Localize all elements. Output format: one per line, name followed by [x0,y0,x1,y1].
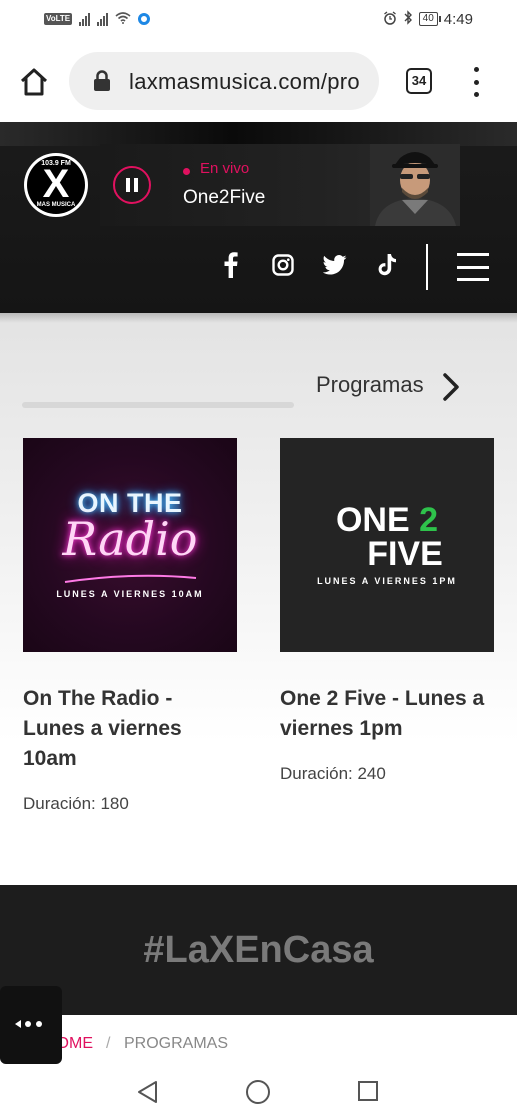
signal-icon [79,12,91,26]
image-text-line2: Radio [62,512,198,566]
program-image[interactable]: ON THE Radio LUNES A VIERNES 10AM [23,438,237,652]
battery-icon: 40 [418,12,441,26]
floating-menu-button[interactable] [0,986,62,1064]
image-text-line1: ONE 2 [335,501,439,539]
site-header: 103.9 FM X MAS MUSICA En vivo One2Five [0,122,517,313]
hashtag-banner: #LaXEnCasa [0,885,517,1015]
host-photo [370,144,460,226]
system-navigation-bar [0,1065,517,1120]
logo-tagline: MAS MUSICA [36,202,76,208]
breadcrumb-current: PROGRAMAS [124,1035,229,1052]
browser-toolbar: laxmasmusica.com/pro 34 [0,40,517,122]
program-card[interactable]: ONE 2 FIVE LUNES A VIERNES 1PM One 2 Fiv… [280,438,494,784]
breadcrumb-separator: / [106,1035,111,1052]
hamburger-icon[interactable] [457,253,489,281]
program-duration: Duración: 240 [280,764,386,783]
signal-icon-2 [97,12,109,26]
social-links [218,252,426,278]
back-icon[interactable] [136,1080,160,1104]
program-title[interactable]: On The Radio - Lunes a viernes 10am [23,684,237,774]
alarm-icon [383,10,397,28]
breadcrumb: HOME / PROGRAMAS [0,1015,517,1065]
banner-text: #LaXEnCasa [143,929,374,971]
program-duration: Duración: 180 [23,794,129,813]
dot-icon [36,1021,42,1027]
home-icon[interactable] [246,1080,270,1104]
station-logo[interactable]: 103.9 FM X MAS MUSICA [24,153,88,217]
programs-section: Programas ON THE Radio LUNES A VIERNES 1… [0,313,517,885]
status-bar: VoLTE 40 4:49 [0,0,517,40]
arrow-left-icon [15,1020,21,1028]
section-divider [22,402,294,408]
image-text-line2: FIVE [367,535,443,573]
url-bar[interactable]: laxmasmusica.com/pro [69,52,379,110]
home-icon [20,68,48,96]
current-show-name: One2Five [183,187,266,208]
status-icons-left: VoLTE [44,11,151,27]
program-card[interactable]: ON THE Radio LUNES A VIERNES 10AM On The… [23,438,237,814]
live-status: En vivo [200,160,250,177]
pause-icon [126,178,130,192]
url-text: laxmasmusica.com/pro [129,69,360,94]
browser-home-button[interactable] [18,66,50,98]
pause-button[interactable] [113,166,151,204]
live-player: En vivo One2Five [100,144,460,226]
app-notification-icon [138,13,151,25]
lock-icon [94,70,110,91]
clock: 4:49 [443,10,473,28]
header-shadow [0,313,517,323]
header-divider [426,244,428,290]
status-icons-right: 40 4:49 [383,10,473,28]
neon-underline [64,574,197,583]
instagram-icon[interactable] [270,252,296,278]
program-image[interactable]: ONE 2 FIVE LUNES A VIERNES 1PM [280,438,494,652]
program-title[interactable]: One 2 Five - Lunes a viernes 1pm [280,684,494,744]
tiktok-icon[interactable] [374,252,400,278]
twitter-icon[interactable] [322,252,348,278]
header-gradient [0,122,517,146]
live-indicator-icon [183,168,190,175]
chevron-right-icon[interactable] [439,372,463,402]
bluetooth-icon [403,10,413,28]
tab-switcher-button[interactable]: 34 [406,68,432,94]
image-schedule: LUNES A VIERNES 10AM [56,589,204,599]
wifi-icon [115,11,131,27]
dot-icon [25,1021,31,1027]
volte-icon: VoLTE [44,13,73,25]
logo-letter: X [42,162,70,206]
facebook-icon[interactable] [218,252,244,278]
browser-menu-button[interactable] [469,67,483,97]
section-title[interactable]: Programas [316,372,424,398]
recents-icon[interactable] [358,1081,378,1101]
image-schedule: LUNES A VIERNES 1PM [317,576,457,586]
